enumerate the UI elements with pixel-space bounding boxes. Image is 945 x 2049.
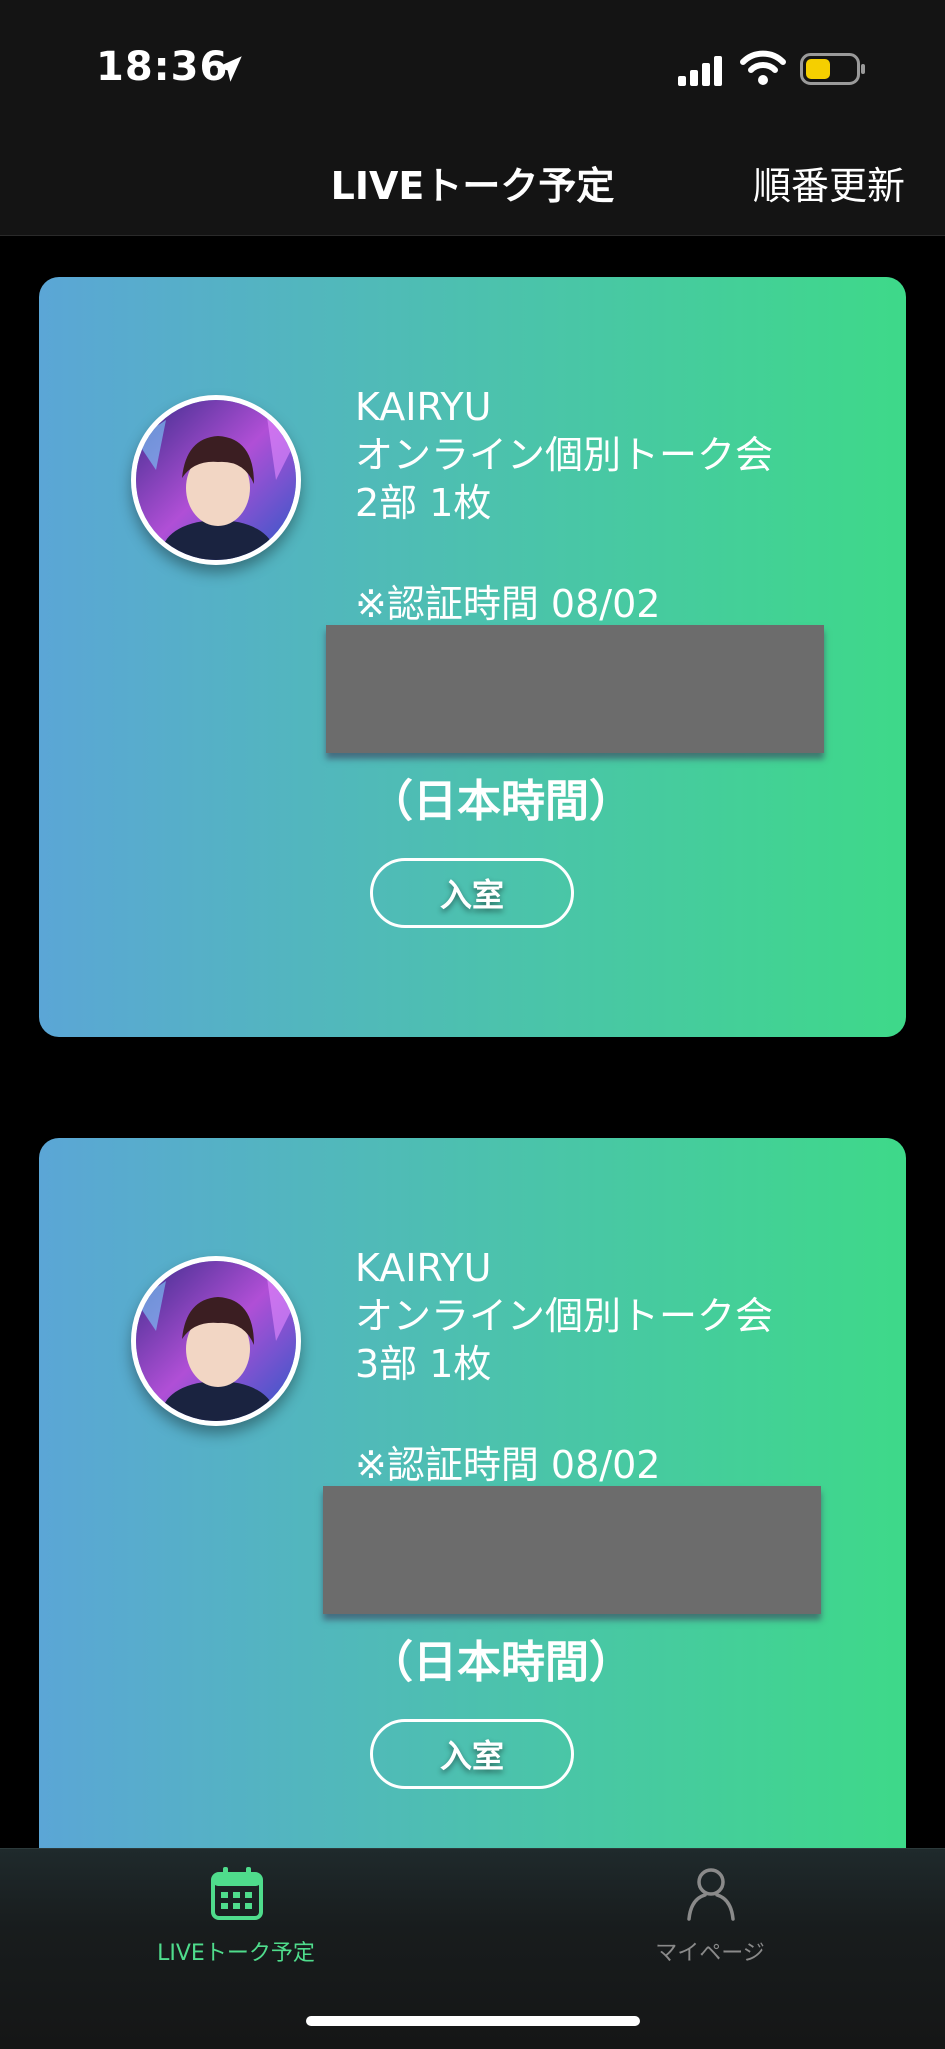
auth-time-label: ※認証時間 08/02 <box>355 1443 661 1487</box>
session-info: 3部 1枚 <box>355 1342 492 1386</box>
event-info: KAIRYU オンライン個別トーク会 3部 1枚 <box>355 1244 773 1388</box>
event-name: オンライン個別トーク会 <box>355 433 774 477</box>
session-info: 2部 1枚 <box>355 481 492 525</box>
event-name: オンライン個別トーク会 <box>355 1294 774 1338</box>
enter-room-button[interactable]: 入室 <box>370 858 574 928</box>
person-icon <box>687 1868 735 1921</box>
artist-avatar <box>131 395 301 565</box>
status-bar: 18:36 <box>0 0 945 125</box>
tab-mypage[interactable]: マイページ <box>560 1849 860 1979</box>
talk-event-card: KAIRYU オンライン個別トーク会 2部 1枚 ※認証時間 08/02 （日本… <box>39 277 906 1037</box>
navigation-bar: LIVEトーク予定 順番更新 <box>0 125 945 236</box>
redacted-block <box>326 625 824 753</box>
calendar-icon <box>211 1867 263 1920</box>
wifi-icon <box>740 50 786 85</box>
auth-time-label: ※認証時間 08/02 <box>355 582 661 626</box>
status-time: 18:36 <box>96 44 229 90</box>
talk-event-card: KAIRYU オンライン個別トーク会 3部 1枚 ※認証時間 08/02 （日本… <box>39 1138 906 1898</box>
cellular-signal-icon <box>678 56 722 86</box>
redacted-block <box>323 1486 821 1614</box>
artist-name: KAIRYU <box>355 1246 492 1290</box>
artist-name: KAIRYU <box>355 385 492 429</box>
timezone-label: （日本時間） <box>369 776 633 827</box>
event-info: KAIRYU オンライン個別トーク会 2部 1枚 <box>355 383 773 527</box>
home-indicator[interactable] <box>306 2016 640 2026</box>
tab-label: マイページ <box>655 1941 765 1966</box>
location-arrow-icon <box>216 56 242 82</box>
refresh-order-button[interactable]: 順番更新 <box>753 155 905 210</box>
tab-live-talk-schedule[interactable]: LIVEトーク予定 <box>86 1849 386 1979</box>
battery-icon <box>800 53 865 85</box>
tab-bar: LIVEトーク予定 マイページ <box>0 1848 945 2049</box>
enter-room-button[interactable]: 入室 <box>370 1719 574 1789</box>
timezone-label: （日本時間） <box>369 1637 633 1688</box>
artist-avatar <box>131 1256 301 1426</box>
tab-label: LIVEトーク予定 <box>157 1941 315 1966</box>
